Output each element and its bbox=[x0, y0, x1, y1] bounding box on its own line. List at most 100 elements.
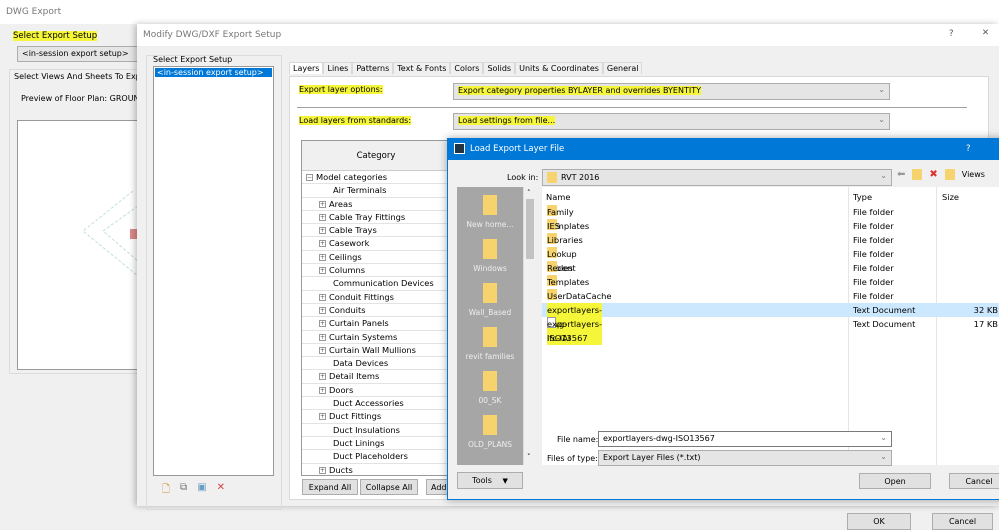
expand-icon[interactable]: + bbox=[319, 386, 326, 394]
tree-item[interactable]: + Columns bbox=[302, 264, 450, 278]
file-row[interactable]: UserDataCache File folder bbox=[542, 289, 999, 303]
tree-item[interactable]: Data Devices bbox=[302, 357, 450, 371]
tree-item[interactable]: Duct Accessories bbox=[302, 397, 450, 411]
load-cancel-button[interactable]: Cancel bbox=[949, 473, 999, 489]
expand-icon[interactable]: + bbox=[319, 373, 326, 381]
expand-icon[interactable]: + bbox=[319, 346, 326, 354]
new-folder-icon[interactable] bbox=[944, 169, 955, 180]
tab-layers[interactable]: Layers bbox=[289, 62, 324, 74]
expand-icon[interactable]: + bbox=[319, 253, 326, 261]
tab-text-fonts[interactable]: Text & Fonts bbox=[393, 62, 451, 74]
place-item[interactable]: OLD_PLANS bbox=[457, 415, 523, 449]
delete-icon[interactable]: ✖ bbox=[929, 169, 937, 180]
delete-setup-icon[interactable]: ✕ bbox=[217, 482, 225, 499]
tree-item[interactable]: Duct Placeholders bbox=[302, 450, 450, 464]
tree-item[interactable]: + Curtain Systems bbox=[302, 331, 450, 344]
expand-icon[interactable]: + bbox=[319, 227, 326, 235]
expand-icon[interactable]: + bbox=[319, 213, 326, 221]
tree-item[interactable]: + Detail Items bbox=[302, 370, 450, 384]
expand-icon[interactable]: + bbox=[319, 320, 326, 328]
file-row[interactable]: Templates File folder bbox=[542, 275, 999, 289]
scroll-down-icon[interactable]: ˅ bbox=[527, 453, 531, 461]
expand-icon[interactable]: + bbox=[319, 267, 326, 275]
expand-icon[interactable]: + bbox=[319, 240, 326, 248]
setup-list[interactable]: <in-session export setup> bbox=[153, 66, 274, 476]
collapse-all-button[interactable]: Collapse All bbox=[360, 479, 418, 495]
tab-lines[interactable]: Lines bbox=[323, 62, 353, 74]
size-column-header[interactable]: Size bbox=[942, 192, 959, 202]
tab-general[interactable]: General bbox=[602, 62, 643, 74]
close-icon[interactable]: ✕ bbox=[982, 28, 989, 38]
places-scrollbar[interactable]: ˄ ˅ bbox=[523, 187, 536, 465]
place-item[interactable]: New home... bbox=[457, 195, 523, 229]
file-row-selected[interactable]: exportlayers-dwg-ISO13567 Text Document 32… bbox=[542, 303, 999, 345]
tree-item[interactable]: + Conduit Fittings bbox=[302, 291, 450, 304]
place-item[interactable]: Windows bbox=[457, 239, 523, 273]
file-row[interactable]: exportlayers-ifc-IAI Text Document 17 KB bbox=[542, 317, 999, 343]
tree-item[interactable]: + Conduits bbox=[302, 304, 450, 318]
tree-item[interactable]: + Areas bbox=[302, 198, 450, 211]
file-row[interactable]: Family Templates File folder bbox=[542, 205, 999, 231]
tree-item[interactable]: + Casework bbox=[302, 237, 450, 251]
tree-root-row[interactable]: − Model categories bbox=[302, 171, 450, 185]
tree-item[interactable]: Communication Devices bbox=[302, 277, 450, 291]
file-row[interactable]: IES File folder bbox=[542, 219, 999, 233]
expand-icon[interactable]: + bbox=[319, 293, 326, 301]
file-name-input[interactable]: exportlayers-dwg-ISO13567 ⌄ bbox=[598, 431, 892, 447]
expand-icon[interactable]: + bbox=[319, 413, 326, 421]
help-button[interactable]: ? bbox=[949, 29, 954, 39]
expand-icon[interactable]: + bbox=[319, 333, 326, 341]
place-item[interactable]: Wall_Based bbox=[457, 283, 523, 317]
back-icon[interactable]: ⬅ bbox=[897, 169, 905, 180]
tree-item[interactable]: + Doors bbox=[302, 384, 450, 398]
tree-item[interactable]: Air Terminals bbox=[302, 184, 450, 198]
tab-solids[interactable]: Solids bbox=[483, 62, 516, 74]
expand-icon[interactable]: + bbox=[319, 200, 326, 208]
expand-icon[interactable]: + bbox=[319, 466, 326, 474]
main-ok-button[interactable]: OK bbox=[847, 513, 911, 530]
tools-button[interactable]: Tools ▼ bbox=[457, 472, 523, 489]
up-folder-icon[interactable] bbox=[912, 169, 923, 180]
setup-list-item[interactable]: <in-session export setup> bbox=[155, 68, 272, 77]
file-row[interactable]: Lookup Tables File folder bbox=[542, 247, 999, 273]
rename-setup-icon[interactable]: ▣ bbox=[197, 482, 206, 499]
tab-units-coordinates[interactable]: Units & Coordinates bbox=[515, 62, 603, 74]
main-cancel-button[interactable]: Cancel bbox=[932, 513, 993, 530]
category-column-header[interactable]: Category bbox=[302, 141, 450, 171]
look-in-combo[interactable]: RVT 2016 ⌄ bbox=[542, 169, 892, 186]
new-setup-icon[interactable]: 🗋 bbox=[162, 482, 170, 499]
export-layer-options-combo[interactable]: Export category properties BYLAYER and o… bbox=[453, 83, 890, 100]
scroll-thumb[interactable] bbox=[526, 199, 534, 259]
tree-item[interactable]: + Ceilings bbox=[302, 251, 450, 265]
type-column-header[interactable]: Type bbox=[853, 192, 872, 202]
tab-patterns[interactable]: Patterns bbox=[352, 62, 394, 74]
revit-app-icon bbox=[454, 143, 465, 154]
tree-item[interactable]: + Curtain Panels bbox=[302, 317, 450, 331]
duplicate-setup-icon[interactable]: ⧉ bbox=[180, 482, 187, 499]
file-row[interactable]: Libraries File folder bbox=[542, 233, 999, 247]
open-button[interactable]: Open bbox=[859, 473, 931, 489]
tree-item[interactable]: Duct Linings bbox=[302, 437, 450, 451]
name-column-header[interactable]: Name bbox=[546, 192, 570, 202]
tree-item[interactable]: + Cable Tray Fittings bbox=[302, 211, 450, 225]
category-tree[interactable]: Category − Model categories Air Terminals… bbox=[301, 140, 451, 476]
export-setup-combo[interactable]: <in-session export setup> bbox=[17, 46, 142, 62]
place-item[interactable]: revit families bbox=[457, 327, 523, 361]
expand-icon[interactable]: + bbox=[319, 306, 326, 314]
place-item[interactable]: 00_SK bbox=[457, 371, 523, 405]
file-row[interactable]: Recent File folder bbox=[542, 261, 999, 275]
tab-colors[interactable]: Colors bbox=[450, 62, 484, 74]
tree-item[interactable]: + Curtain Wall Mullions bbox=[302, 344, 450, 358]
scroll-up-icon[interactable]: ˄ bbox=[527, 189, 531, 197]
tree-item[interactable]: + Ducts bbox=[302, 464, 450, 475]
file-list[interactable]: Name Type Size Family Templates File fold… bbox=[542, 187, 999, 465]
file-type-combo[interactable]: Export Layer Files (*.txt) ⌄ bbox=[598, 450, 892, 466]
load-help-button[interactable]: ? bbox=[966, 144, 971, 154]
collapse-icon[interactable]: − bbox=[306, 174, 313, 181]
views-button[interactable]: Views bbox=[962, 170, 985, 179]
tree-item[interactable]: Duct Insulations bbox=[302, 424, 450, 437]
expand-all-button[interactable]: Expand All bbox=[302, 479, 358, 495]
load-layers-combo[interactable]: Load settings from file... ⌄ bbox=[453, 113, 890, 130]
tree-item[interactable]: + Cable Trays bbox=[302, 224, 450, 238]
tree-item[interactable]: + Duct Fittings bbox=[302, 410, 450, 424]
